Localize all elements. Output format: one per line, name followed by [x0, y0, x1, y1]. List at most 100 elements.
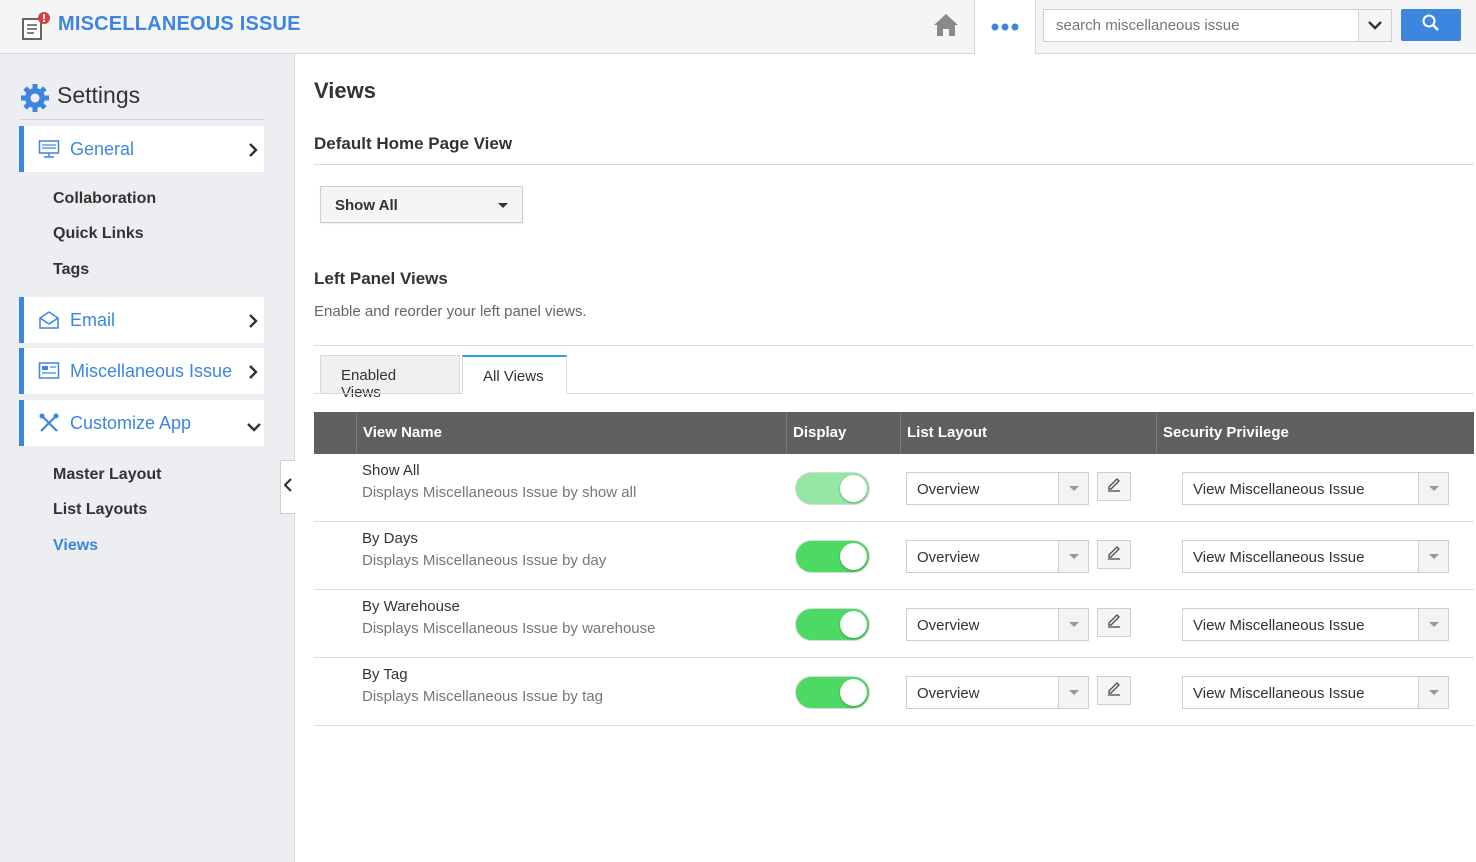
- settings-sidebar: Settings General Collaboration Quick Lin…: [0, 54, 295, 862]
- sidebar-sub-collaboration[interactable]: Collaboration: [53, 190, 156, 208]
- sidebar-item-label: Customize App: [70, 413, 192, 433]
- view-description: Displays Miscellaneous Issue by warehous…: [362, 620, 656, 637]
- display-toggle[interactable]: [795, 540, 870, 573]
- toggle-knob: [840, 679, 867, 706]
- view-name: By Tag: [362, 666, 408, 683]
- sidebar-item-label: General: [70, 139, 135, 159]
- divider: [314, 345, 1474, 346]
- list-layout-select[interactable]: Overview: [906, 608, 1089, 641]
- sidebar-item-miscellaneous-issue[interactable]: Miscellaneous Issue: [19, 348, 264, 394]
- display-toggle[interactable]: [795, 608, 870, 641]
- caret-down-icon: [1058, 473, 1088, 504]
- app-title: MISCELLANEOUS ISSUE: [58, 13, 301, 35]
- pencil-icon: [1106, 476, 1122, 497]
- tab-enabled-views[interactable]: Enabled Views: [320, 355, 460, 401]
- sidebar-item-general[interactable]: General: [19, 126, 264, 172]
- view-description: Displays Miscellaneous Issue by day: [362, 552, 607, 569]
- chevron-down-icon: [247, 419, 261, 437]
- caret-down-icon: [1418, 541, 1448, 572]
- caret-down-icon: [1418, 609, 1448, 640]
- display-toggle[interactable]: [795, 472, 870, 505]
- security-privilege-select[interactable]: View Miscellaneous Issue: [1182, 608, 1449, 641]
- edit-layout-button[interactable]: [1097, 608, 1131, 637]
- edit-layout-button[interactable]: [1097, 676, 1131, 705]
- monitor-icon: [38, 139, 60, 159]
- sidebar-sub-tags[interactable]: Tags: [53, 261, 89, 279]
- default-home-view-select[interactable]: Show All: [320, 186, 523, 223]
- select-value: View Miscellaneous Issue: [1193, 481, 1365, 498]
- table-row[interactable]: Show All Displays Miscellaneous Issue by…: [314, 454, 1474, 522]
- select-value: Show All: [335, 197, 398, 214]
- view-name: Show All: [362, 462, 420, 479]
- search-input[interactable]: [1043, 9, 1359, 42]
- sidebar-item-customize-app[interactable]: Customize App: [19, 400, 264, 446]
- security-privilege-select[interactable]: View Miscellaneous Issue: [1182, 540, 1449, 573]
- select-value: Overview: [917, 481, 980, 498]
- toggle-knob: [840, 611, 867, 638]
- search-button[interactable]: [1401, 9, 1461, 41]
- caret-down-icon: [1058, 677, 1088, 708]
- edit-layout-button[interactable]: [1097, 540, 1131, 569]
- chevron-down-icon: [1368, 17, 1382, 35]
- table-header: View Name Display List Layout Security P…: [314, 412, 1474, 454]
- view-description: Displays Miscellaneous Issue by show all: [362, 484, 637, 501]
- home-button[interactable]: [918, 0, 974, 54]
- security-privilege-select[interactable]: View Miscellaneous Issue: [1182, 472, 1449, 505]
- sidebar-item-email[interactable]: Email: [19, 297, 264, 343]
- sidebar-sub-list-layouts[interactable]: List Layouts: [53, 501, 147, 519]
- caret-down-icon: [1058, 609, 1088, 640]
- more-options-button[interactable]: [974, 0, 1036, 54]
- tools-icon: [38, 413, 60, 433]
- caret-down-icon: [1058, 541, 1088, 572]
- left-panel-views-description: Enable and reorder your left panel views…: [314, 303, 587, 320]
- list-layout-select[interactable]: Overview: [906, 540, 1089, 573]
- sidebar-sub-views[interactable]: Views: [53, 537, 98, 555]
- edit-layout-button[interactable]: [1097, 472, 1131, 501]
- chevron-right-icon: [248, 314, 258, 333]
- sidebar-sub-master-layout[interactable]: Master Layout: [53, 466, 161, 484]
- pencil-icon: [1106, 544, 1122, 565]
- top-header: MISCELLANEOUS ISSUE: [0, 0, 1476, 54]
- view-name: By Days: [362, 530, 418, 547]
- view-description: Displays Miscellaneous Issue by tag: [362, 688, 603, 705]
- select-value: View Miscellaneous Issue: [1193, 685, 1365, 702]
- table-row[interactable]: By Warehouse Displays Miscellaneous Issu…: [314, 590, 1474, 658]
- settings-header: Settings: [20, 80, 264, 120]
- select-value: View Miscellaneous Issue: [1193, 549, 1365, 566]
- caret-down-icon: [1418, 473, 1448, 504]
- settings-title: Settings: [57, 82, 141, 108]
- envelope-icon: [38, 310, 60, 330]
- display-toggle[interactable]: [795, 676, 870, 709]
- tab-all-views[interactable]: All Views: [462, 355, 567, 394]
- sidebar-sub-quick-links[interactable]: Quick Links: [53, 225, 144, 243]
- chevron-left-icon: [283, 477, 292, 497]
- left-panel-views-title: Left Panel Views: [314, 269, 448, 288]
- drag-column-header: [314, 412, 356, 454]
- list-layout-select[interactable]: Overview: [906, 472, 1089, 505]
- table-row[interactable]: By Days Displays Miscellaneous Issue by …: [314, 522, 1474, 590]
- view-name: By Warehouse: [362, 598, 460, 615]
- column-header-display: Display: [786, 412, 900, 454]
- caret-down-icon: [498, 203, 508, 208]
- select-value: Overview: [917, 617, 980, 634]
- caret-down-icon: [1418, 677, 1448, 708]
- main-content: Views Default Home Page View Show All Le…: [314, 54, 1474, 862]
- default-home-view-title: Default Home Page View: [314, 134, 513, 153]
- divider: [314, 164, 1474, 165]
- table-row[interactable]: By Tag Displays Miscellaneous Issue by t…: [314, 658, 1474, 726]
- security-privilege-select[interactable]: View Miscellaneous Issue: [1182, 676, 1449, 709]
- search-dropdown-button[interactable]: [1358, 9, 1392, 42]
- home-icon: [932, 12, 960, 43]
- sidebar-item-label: Email: [70, 310, 116, 330]
- pencil-icon: [1106, 680, 1122, 701]
- sidebar-item-label: Miscellaneous Issue: [70, 361, 233, 381]
- column-header-security-privilege: Security Privilege: [1156, 412, 1474, 454]
- select-value: Overview: [917, 549, 980, 566]
- list-layout-select[interactable]: Overview: [906, 676, 1089, 709]
- document-icon: [38, 361, 60, 381]
- pencil-icon: [1106, 612, 1122, 633]
- column-header-list-layout: List Layout: [900, 412, 1156, 454]
- sidebar-collapse-button[interactable]: [280, 460, 295, 514]
- more-dots-icon: [991, 18, 1019, 36]
- toggle-knob: [840, 543, 867, 570]
